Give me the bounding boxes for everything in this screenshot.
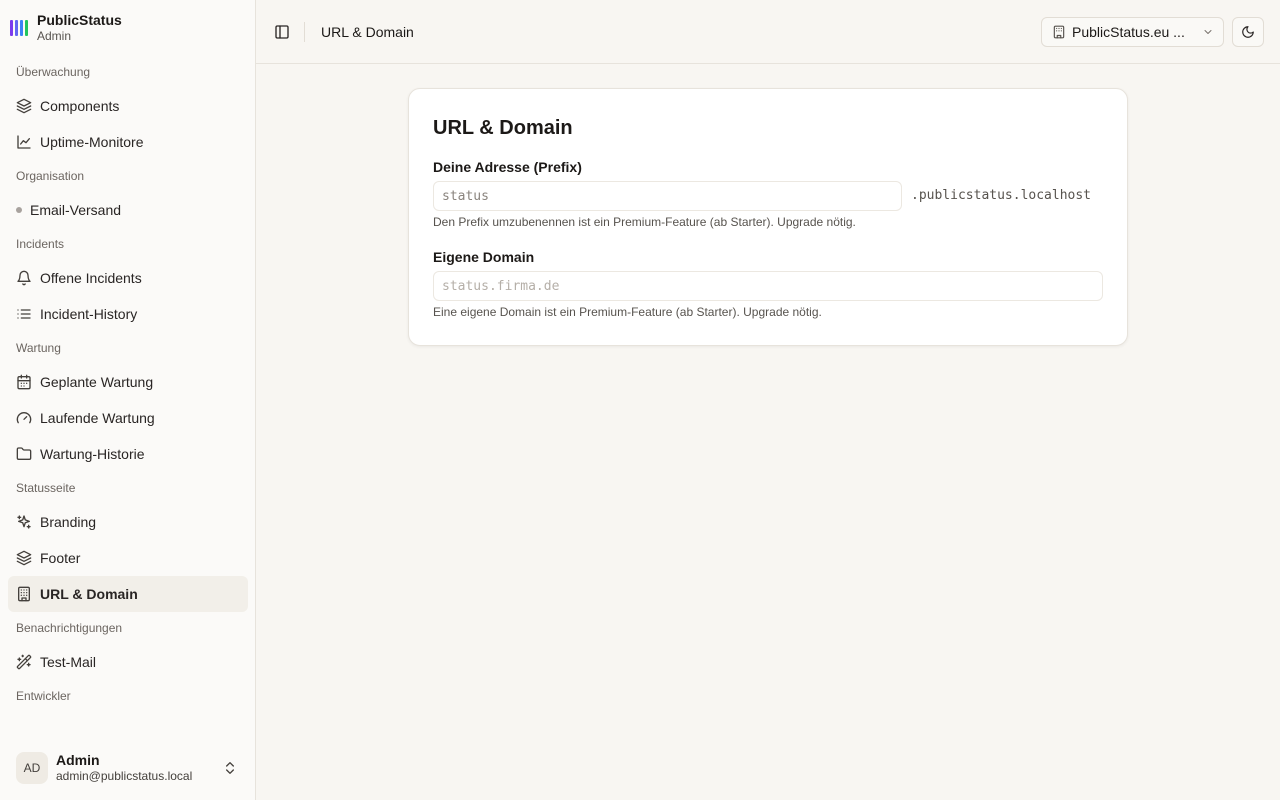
- sidebar-nav: Überwachung Components Uptime-Monitore O…: [0, 56, 256, 712]
- sidebar-item-label: URL & Domain: [40, 586, 138, 602]
- bell-icon: [16, 270, 32, 286]
- sidebar-item-label: Wartung-Historie: [40, 446, 145, 462]
- sidebar-item-laufende-wartung[interactable]: Laufende Wartung: [8, 400, 248, 436]
- organization-select-value: PublicStatus.eu ...: [1072, 24, 1185, 40]
- nav-group-label: Überwachung: [16, 65, 91, 79]
- sidebar-item-geplante-wartung[interactable]: Geplante Wartung: [8, 364, 248, 400]
- nav-group-label: Statusseite: [16, 481, 76, 495]
- sidebar: PublicStatus Admin Überwachung Component…: [0, 0, 256, 800]
- dot-icon: [16, 207, 22, 213]
- sidebar-item-label: Offene Incidents: [40, 270, 142, 286]
- card-title: URL & Domain: [433, 117, 573, 139]
- brand[interactable]: PublicStatus Admin: [10, 10, 122, 46]
- nav-group-label: Organisation: [16, 169, 85, 183]
- custom-domain-label: Eigene Domain: [433, 249, 535, 265]
- prefix-label: Deine Adresse (Prefix): [433, 159, 582, 175]
- moon-icon: [1242, 26, 1254, 38]
- sidebar-item-branding[interactable]: Branding: [8, 504, 248, 540]
- domain-suffix: .publicstatus.localhost: [911, 188, 1092, 203]
- prefix-input[interactable]: [433, 181, 902, 211]
- brand-name: PublicStatus: [37, 12, 122, 28]
- layers-icon: [16, 98, 32, 114]
- sidebar-item-label: Geplante Wartung: [40, 374, 154, 390]
- nav-group-label: Entwickler: [16, 689, 71, 703]
- sparkles-icon: [16, 514, 32, 530]
- url-domain-card: URL & Domain Deine Adresse (Prefix) .pub…: [408, 88, 1128, 346]
- panel-left-icon: [275, 25, 289, 39]
- sidebar-item-uptime-monitore[interactable]: Uptime-Monitore: [8, 124, 248, 160]
- list-icon: [16, 306, 32, 322]
- sidebar-item-label: Email-Versand: [30, 202, 122, 218]
- header-divider: [304, 22, 305, 42]
- user-name: Admin: [56, 752, 100, 768]
- sidebar-item-offene-incidents[interactable]: Offene Incidents: [8, 260, 248, 296]
- page-title: URL & Domain: [321, 24, 414, 40]
- user-menu[interactable]: AD Admin admin@publicstatus.local: [8, 744, 248, 792]
- brand-subtitle: Admin: [37, 29, 72, 43]
- custom-domain-help-text: Eine eigene Domain ist ein Premium-Featu…: [433, 305, 822, 319]
- sidebar-item-url-domain[interactable]: URL & Domain: [8, 576, 248, 612]
- sidebar-item-label: Uptime-Monitore: [40, 134, 144, 150]
- building-icon: [1053, 25, 1065, 39]
- nav-group-label: Wartung: [16, 341, 61, 355]
- nav-group-label: Benachrichtigungen: [16, 621, 123, 635]
- sidebar-item-label: Test-Mail: [40, 654, 97, 670]
- sidebar-item-label: Footer: [40, 550, 81, 566]
- prefix-help-text: Den Prefix umzubenennen ist ein Premium-…: [433, 215, 856, 229]
- sidebar-item-incident-history[interactable]: Incident-History: [8, 296, 248, 332]
- custom-domain-input[interactable]: [433, 271, 1103, 301]
- avatar: AD: [16, 752, 48, 784]
- theme-toggle-button[interactable]: [1232, 17, 1264, 47]
- brand-logo: [10, 20, 28, 36]
- sidebar-item-label: Branding: [40, 514, 97, 530]
- nav-group-label: Incidents: [16, 237, 65, 251]
- building-icon: [16, 586, 32, 602]
- sidebar-item-label: Laufende Wartung: [40, 410, 155, 426]
- sidebar-item-label: Incident-History: [40, 306, 138, 322]
- sidebar-item-components[interactable]: Components: [8, 88, 248, 124]
- organization-select[interactable]: PublicStatus.eu ...: [1041, 17, 1224, 47]
- gauge-icon: [16, 410, 32, 426]
- chevron-down-icon: [1204, 30, 1212, 34]
- sidebar-item-footer[interactable]: Footer: [8, 540, 248, 576]
- layers-icon: [16, 550, 32, 566]
- top-header: URL & Domain PublicStatus.eu ...: [256, 0, 1280, 64]
- sidebar-toggle-button[interactable]: [272, 20, 292, 44]
- wand-icon: [16, 654, 32, 670]
- calendar-icon: [16, 374, 32, 390]
- line-chart-icon: [16, 134, 32, 150]
- user-email: admin@publicstatus.local: [56, 769, 193, 783]
- sidebar-item-wartung-historie[interactable]: Wartung-Historie: [8, 436, 248, 472]
- sidebar-item-email-versand[interactable]: Email-Versand: [8, 192, 248, 228]
- sidebar-item-test-mail[interactable]: Test-Mail: [8, 644, 248, 680]
- sidebar-item-label: Components: [40, 98, 120, 114]
- folder-icon: [16, 446, 32, 462]
- chevrons-up-down-icon: [226, 762, 234, 774]
